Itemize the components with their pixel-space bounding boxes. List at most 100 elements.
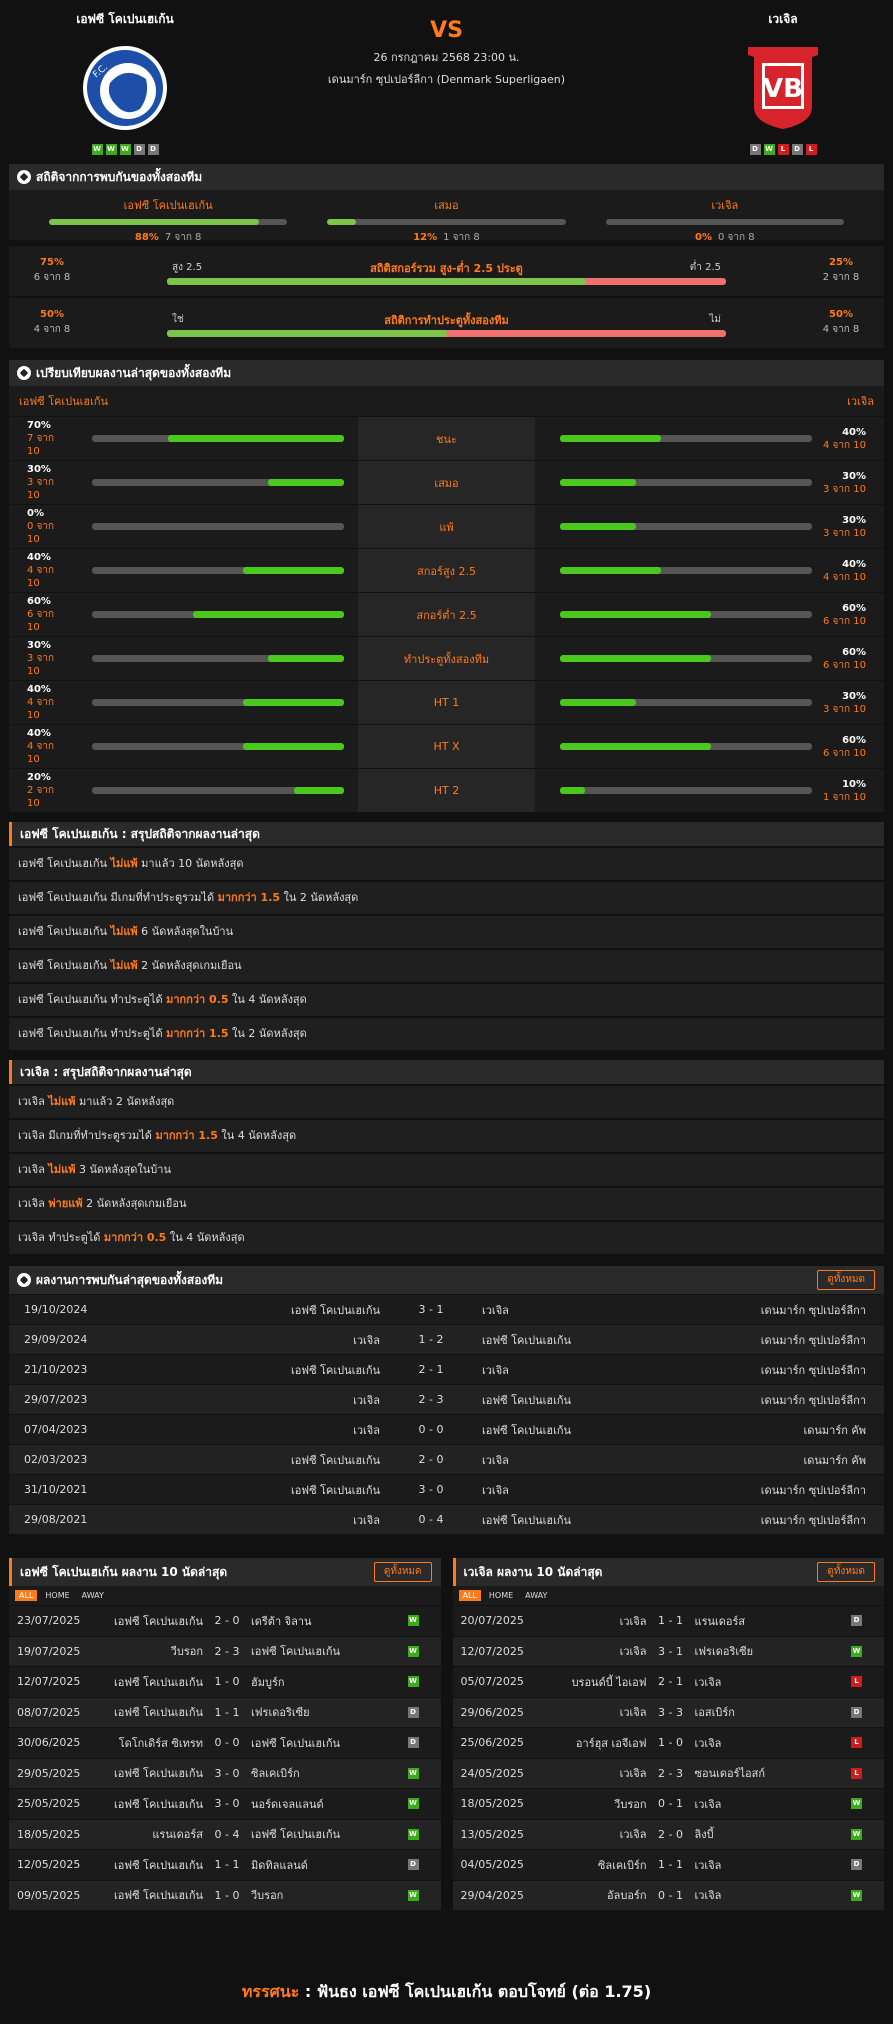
result-row[interactable]: 09/05/2025 เอฟซี โคเปนเฮเก้น 1 - 0 วีบรอก W: [9, 1879, 441, 1910]
result-row[interactable]: 29/04/2025 อัลบอร์ก 0 - 1 เวเจิล W: [452, 1879, 884, 1910]
filter-tab-away[interactable]: AWAY: [78, 1590, 108, 1601]
home-team-name: เอฟซี โคเปนเฮเก้น: [76, 12, 174, 26]
result-row[interactable]: 12/07/2025 เอฟซี โคเปนเฮเก้น 1 - 0 ฮัมบูร์ก…: [9, 1666, 441, 1697]
summary-row: เวเจิล ไม่แพ้ 3 นัดหลังสุดในบ้าน: [9, 1154, 884, 1186]
score: 1 - 0: [214, 1888, 240, 1902]
summary-text: ใน 4 นัดหลังสุด: [217, 1129, 297, 1142]
away-team: เอฟซี โคเปนเฮเก้น: [482, 1393, 572, 1407]
summary-text: เอฟซี โคเปนเฮเก้น: [18, 857, 111, 870]
meeting-row[interactable]: 29/08/2021 เวเจิล 0 - 4 เอฟซี โคเปนเฮเก้น เด…: [9, 1504, 884, 1534]
match-date: 30/06/2025: [17, 1736, 81, 1750]
score: 1 - 1: [214, 1858, 240, 1872]
away-team: เวเจิล: [482, 1453, 509, 1467]
filter-tab-home[interactable]: HOME: [485, 1590, 517, 1601]
result-badge: W: [851, 1889, 862, 1901]
home-team: เอฟซี โคเปนเฮเก้น: [290, 1303, 380, 1317]
away-team[interactable]: เวเจิล VB DWLDL: [713, 10, 853, 155]
match-date: 05/07/2025: [460, 1675, 524, 1689]
home-team: เอฟซี โคเปนเฮเก้น: [113, 1675, 203, 1689]
view-all-button[interactable]: ดูทั้งหมด: [373, 1562, 432, 1582]
filter-tab-all[interactable]: ALL: [458, 1590, 481, 1601]
home-team: ซิลเคเบิร์ก: [597, 1858, 647, 1872]
away-team: เฟรเดอริเซีย: [251, 1706, 310, 1720]
home-team: เวเจิล: [353, 1393, 380, 1407]
btts-bar: [167, 330, 726, 337]
result-row[interactable]: 13/05/2025 เวเจิล 2 - 0 ลิงบี้ W: [452, 1818, 884, 1849]
filter-tab-home[interactable]: HOME: [41, 1590, 73, 1601]
result-row[interactable]: 08/07/2025 เอฟซี โคเปนเฮเก้น 1 - 1 เฟรเดอริ…: [9, 1696, 441, 1727]
result-badge: D: [407, 1737, 419, 1749]
score: 0 - 1: [658, 1797, 683, 1811]
ou-right-pct: 25%: [829, 257, 853, 268]
summary-text: เอฟซี โคเปนเฮเก้น ทำประตูได้: [18, 993, 167, 1006]
meetings-section: ผลงานการพบกันล่าสุดของทั้งสองทีม ดูทั้งหม…: [9, 1266, 884, 1534]
away-last10: เวเจิล ผลงาน 10 นัดล่าสุด ดูทั้งหมด ALL HO…: [452, 1558, 884, 1910]
home-team[interactable]: เอฟซี โคเปนเฮเก้น F.C. WWWDD: [40, 10, 210, 155]
compare-row: 60% 6 จาก 10 สกอร์ต่ำ 2.5 60% 6 จาก 10: [9, 592, 884, 636]
result-row[interactable]: 19/07/2025 วีบรอก 2 - 3 เอฟซี โคเปนเฮเก้น W: [9, 1635, 441, 1666]
result-row[interactable]: 25/05/2025 เอฟซี โคเปนเฮเก้น 3 - 0 นอร์ดเจล…: [9, 1788, 441, 1819]
away-team: เวเจิล: [482, 1483, 509, 1497]
view-all-button[interactable]: ดูทั้งหมด: [817, 1562, 875, 1582]
summary-highlight: ไม่แพ้: [48, 1095, 76, 1108]
meeting-row[interactable]: 31/10/2021 เอฟซี โคเปนเฮเก้น 3 - 0 เวเจิล เด…: [9, 1474, 884, 1504]
meeting-row[interactable]: 21/10/2023 เอฟซี โคเปนเฮเก้น 2 - 1 เวเจิล เด…: [9, 1354, 884, 1384]
compare-away-pct: 60% 6 จาก 10: [812, 734, 884, 760]
result-row[interactable]: 20/07/2025 เวเจิล 1 - 1 แรนเดอร์ส D: [452, 1605, 884, 1636]
home-team: โดโกเดิร์ส ซิเทรท: [118, 1736, 203, 1750]
summary-row: เอฟซี โคเปนเฮเก้น มีเกมที่ทำประตูรวมได้ …: [9, 882, 884, 914]
filter-tabs: ALL HOME AWAY: [9, 1586, 441, 1605]
compare-away-pct: 30% 3 จาก 10: [812, 470, 884, 496]
result-row[interactable]: 30/06/2025 โดโกเดิร์ส ซิเทรท 0 - 0 เอฟซี โค…: [9, 1727, 441, 1758]
summary-text: 6 นัดหลังสุดในบ้าน: [137, 925, 234, 938]
compare-home-pct: 70% 7 จาก 10: [9, 419, 69, 458]
meeting-row[interactable]: 19/10/2024 เอฟซี โคเปนเฮเก้น 3 - 1 เวเจิล เด…: [9, 1294, 884, 1324]
summary-text: ใน 2 นัดหลังสุด: [280, 891, 359, 904]
score: 2 - 0: [214, 1614, 240, 1628]
compare-home-bar: [92, 699, 344, 706]
summary-row: เวเจิล ทำประตูได้ มากกว่า 0.5 ใน 4 นัดหล…: [9, 1222, 884, 1254]
result-row[interactable]: 04/05/2025 ซิลเคเบิร์ก 1 - 1 เวเจิล D: [452, 1849, 884, 1880]
meeting-row[interactable]: 07/04/2023 เวเจิล 0 - 0 เอฟซี โคเปนเฮเก้น เด…: [9, 1414, 884, 1444]
away-team: เวเจิล: [694, 1675, 722, 1689]
view-all-button[interactable]: ดูทั้งหมด: [817, 1270, 875, 1290]
result-row[interactable]: 05/07/2025 บรอนด์บี้ ไอเอฟ 2 - 1 เวเจิล L: [452, 1666, 884, 1697]
compare-away: 10% 1 จาก 10: [535, 769, 884, 812]
compare-away-pct: 30% 3 จาก 10: [812, 690, 884, 716]
bar-fill: [560, 787, 586, 794]
result-row[interactable]: 25/06/2025 อาร์ฮุส เอจีเอฟ 1 - 0 เวเจิล L: [452, 1727, 884, 1758]
meeting-row[interactable]: 02/03/2023 เอฟซี โคเปนเฮเก้น 2 - 0 เวเจิล เด…: [9, 1444, 884, 1474]
meeting-row[interactable]: 29/07/2023 เวเจิล 2 - 3 เอฟซี โคเปนเฮเก้น เด…: [9, 1384, 884, 1414]
filter-tab-all[interactable]: ALL: [15, 1590, 38, 1601]
score: 3 - 1: [418, 1303, 444, 1316]
compare-home-bar: [92, 479, 344, 486]
meeting-row[interactable]: 29/09/2024 เวเจิล 1 - 2 เอฟซี โคเปนเฮเก้น เด…: [9, 1324, 884, 1354]
match-date: 23/07/2025: [17, 1614, 81, 1628]
home-team: เวเจิล: [619, 1828, 647, 1842]
bar-fill: [167, 435, 344, 442]
summary-text: เวเจิล ทำประตูได้: [18, 1231, 104, 1244]
result-row[interactable]: 18/05/2025 วีบรอก 0 - 1 เวเจิล W: [452, 1788, 884, 1819]
result-row[interactable]: 23/07/2025 เอฟซี โคเปนเฮเก้น 2 - 0 เดรีต้า …: [9, 1605, 441, 1636]
ou-bar: [167, 278, 726, 285]
summary-text: มาแล้ว 10 นัดหลังสุด: [137, 857, 244, 870]
home-team: วีบรอก: [614, 1797, 647, 1811]
compare-label: HT 1: [358, 681, 535, 724]
bar-fill: [268, 655, 344, 662]
result-row[interactable]: 24/05/2025 เวเจิล 2 - 3 ซอนเดอร์ไอสก์ L: [452, 1757, 884, 1788]
result-row[interactable]: 29/05/2025 เอฟซี โคเปนเฮเก้น 3 - 0 ซิลเคเบิ…: [9, 1757, 441, 1788]
result-row[interactable]: 12/07/2025 เวเจิล 3 - 1 เฟรเดอริเซีย W: [452, 1635, 884, 1666]
h2h-stats-section: สถิติจากการพบกันของทั้งสองทีม เอฟซี โคเป…: [9, 164, 884, 243]
result-row[interactable]: 12/05/2025 เอฟซี โคเปนเฮเก้น 1 - 1 มิดทิลแล…: [9, 1849, 441, 1880]
away-team: เอฟซี โคเปนเฮเก้น: [482, 1423, 572, 1437]
compare-home-pct: 40% 4 จาก 10: [9, 551, 69, 590]
bar-fill: [243, 699, 344, 706]
compare-home-bar: [92, 435, 344, 442]
result-row[interactable]: 29/06/2025 เวเจิล 3 - 3 เอสเบิร์ก D: [452, 1696, 884, 1727]
compare-away: 30% 3 จาก 10: [535, 461, 884, 504]
result-row[interactable]: 18/05/2025 แรนเดอร์ส 0 - 4 เอฟซี โคเปนเฮเก้…: [9, 1818, 441, 1849]
score: 1 - 1: [214, 1705, 240, 1719]
score: 2 - 1: [418, 1363, 444, 1376]
away-team: ซอนเดอร์ไอสก์: [694, 1767, 766, 1781]
filter-tab-away[interactable]: AWAY: [521, 1590, 551, 1601]
